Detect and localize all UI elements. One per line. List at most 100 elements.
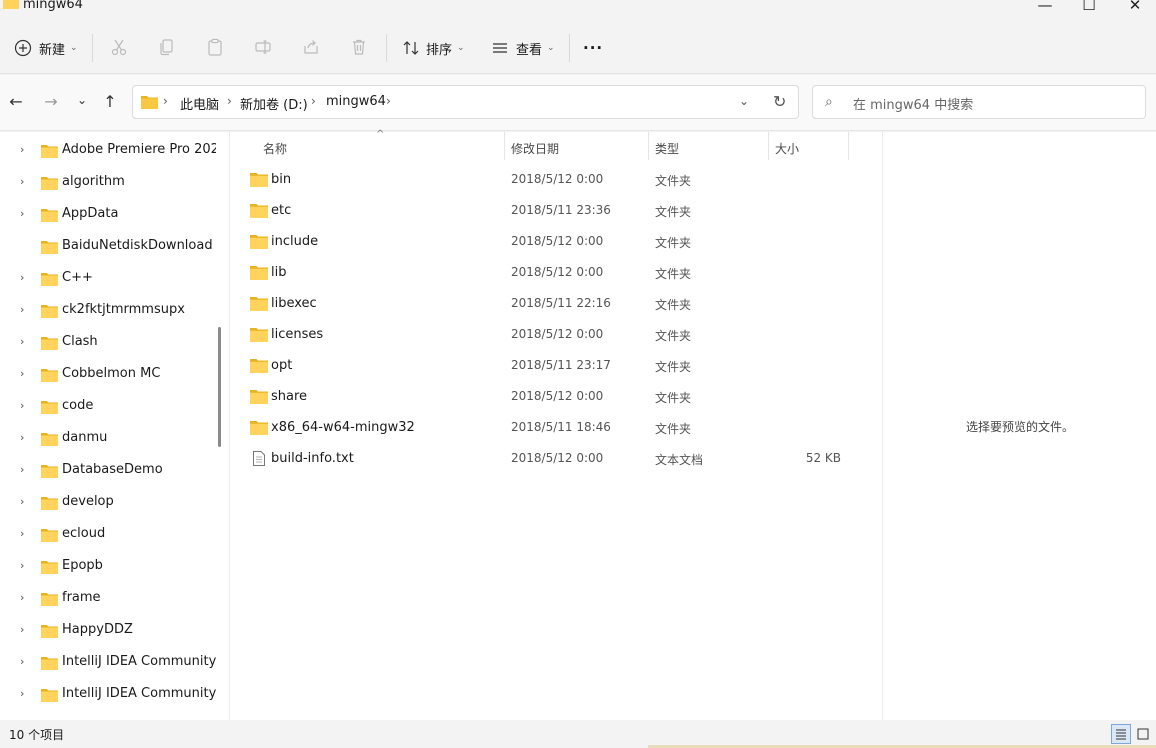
details-view-icon <box>1116 729 1126 740</box>
nav-item-label: Clash <box>62 334 98 349</box>
chevron-right-icon[interactable]: › <box>20 335 24 348</box>
chevron-right-icon[interactable]: › <box>20 591 24 604</box>
back-button[interactable]: ← <box>5 92 27 111</box>
chevron-right-icon[interactable]: › <box>20 303 24 316</box>
table-row[interactable]: libexec 2018/5/11 22:16 文件夹 <box>240 289 850 320</box>
more-options-button[interactable]: ··· <box>583 34 603 62</box>
copy-icon[interactable] <box>158 38 176 56</box>
chevron-right-icon[interactable]: › <box>20 655 24 668</box>
chevron-right-icon[interactable]: › <box>20 399 24 412</box>
status-bar: 10 个项目 <box>0 720 1156 748</box>
nav-item[interactable]: › IntelliJ IDEA Community Edition <box>0 681 216 709</box>
paste-icon[interactable] <box>206 38 224 56</box>
nav-item[interactable]: › AppData <box>0 201 216 229</box>
address-history-dropdown[interactable]: ⌄ <box>739 94 749 108</box>
nav-item[interactable]: › IntelliJ IDEA Community Edition <box>0 649 216 677</box>
table-row[interactable]: etc 2018/5/11 23:36 文件夹 <box>240 196 850 227</box>
chevron-right-icon[interactable]: › <box>20 463 24 476</box>
nav-item[interactable]: › danmu <box>0 425 216 453</box>
navigation-pane[interactable]: › Adobe Premiere Pro 2021 › algorithm › AppDa… <box>0 132 216 720</box>
breadcrumb-separator: › <box>386 94 391 108</box>
chevron-right-icon[interactable]: › <box>20 623 24 636</box>
nav-item[interactable]: › develop <box>0 489 216 517</box>
cut-icon[interactable] <box>110 38 128 56</box>
file-modified: 2018/5/11 23:17 <box>511 358 611 372</box>
tiles-view-button[interactable] <box>1133 724 1153 744</box>
navigation-scrollbar[interactable] <box>218 327 221 447</box>
chevron-right-icon[interactable]: › <box>20 207 24 220</box>
share-icon[interactable] <box>302 38 320 56</box>
table-row[interactable]: x86_64-w64-mingw32 2018/5/11 18:46 文件夹 <box>240 413 850 444</box>
nav-item-label: develop <box>62 494 114 509</box>
nav-item[interactable]: › Cobbelmon MC <box>0 361 216 389</box>
recent-locations-button[interactable]: ⌄ <box>71 93 93 107</box>
nav-item[interactable]: › DatabaseDemo <box>0 457 216 485</box>
chevron-right-icon[interactable]: › <box>20 495 24 508</box>
nav-item[interactable]: › C++ <box>0 265 216 293</box>
file-modified: 2018/5/12 0:00 <box>511 172 604 186</box>
folder-icon <box>41 273 58 286</box>
minimize-button[interactable]: — <box>1022 0 1068 18</box>
up-button[interactable]: ↑ <box>99 92 121 111</box>
table-row[interactable]: build-info.txt 2018/5/12 0:00 文本文档 52 KB <box>240 444 850 475</box>
new-button[interactable]: 新建 ⌄ <box>14 34 78 62</box>
column-header-modified[interactable]: 修改日期 <box>511 140 559 157</box>
table-row[interactable]: include 2018/5/12 0:00 文件夹 <box>240 227 850 258</box>
folder-icon <box>41 337 58 350</box>
file-list[interactable]: ^ 名称 修改日期 类型 大小 bin 2018/5/12 0:00 文件夹 etc 2… <box>230 129 882 720</box>
nav-item[interactable]: › Epopb <box>0 553 216 581</box>
toolbar-divider <box>569 34 570 62</box>
breadcrumb-drive-d[interactable]: 新加卷 (D:) <box>240 94 308 113</box>
nav-item[interactable]: › frame <box>0 585 216 613</box>
nav-item[interactable]: › Clash <box>0 329 216 357</box>
nav-item[interactable]: › Adobe Premiere Pro 2021 <box>0 137 216 165</box>
nav-item[interactable]: › ecloud <box>0 521 216 549</box>
chevron-right-icon[interactable]: › <box>20 559 24 572</box>
file-type: 文件夹 <box>655 298 692 312</box>
breadcrumb-separator: › <box>163 94 168 108</box>
nav-item[interactable]: › algorithm <box>0 169 216 197</box>
table-row[interactable]: share 2018/5/12 0:00 文件夹 <box>240 382 850 413</box>
minimize-icon: — <box>1037 0 1053 14</box>
chevron-right-icon[interactable]: › <box>20 527 24 540</box>
search-input[interactable]: 在 mingw64 中搜索 <box>853 94 973 113</box>
table-row[interactable]: bin 2018/5/12 0:00 文件夹 <box>240 165 850 196</box>
table-row[interactable]: lib 2018/5/12 0:00 文件夹 <box>240 258 850 289</box>
breadcrumb-mingw64[interactable]: mingw64 <box>326 94 386 109</box>
search-box[interactable]: ⌕ 在 mingw64 中搜索 <box>812 85 1146 119</box>
view-button[interactable]: 查看 ⌄ <box>491 34 555 62</box>
column-divider[interactable] <box>848 132 849 160</box>
nav-item-label: Cobbelmon MC <box>62 366 161 381</box>
column-divider[interactable] <box>504 132 505 160</box>
folder-icon <box>41 401 58 414</box>
chevron-right-icon[interactable]: › <box>20 271 24 284</box>
nav-item[interactable]: BaiduNetdiskDownload <box>0 233 216 261</box>
chevron-right-icon[interactable]: › <box>20 175 24 188</box>
table-row[interactable]: licenses 2018/5/12 0:00 文件夹 <box>240 320 850 351</box>
folder-icon <box>41 145 58 158</box>
forward-button[interactable]: → <box>40 92 62 111</box>
rename-icon[interactable] <box>254 38 272 56</box>
nav-item[interactable]: › code <box>0 393 216 421</box>
chevron-right-icon[interactable]: › <box>20 687 24 700</box>
delete-icon[interactable] <box>350 38 368 56</box>
chevron-right-icon[interactable]: › <box>20 431 24 444</box>
column-header-size[interactable]: 大小 <box>775 140 799 157</box>
chevron-right-icon[interactable]: › <box>20 143 24 156</box>
maximize-button[interactable]: ☐ <box>1066 0 1112 18</box>
details-view-button[interactable] <box>1111 724 1131 744</box>
nav-item[interactable]: › HappyDDZ <box>0 617 216 645</box>
sort-button[interactable]: 排序 ⌄ <box>402 34 465 62</box>
column-header-type[interactable]: 类型 <box>655 140 679 157</box>
refresh-icon[interactable]: ↻ <box>773 92 786 111</box>
column-header-name[interactable]: 名称 <box>263 140 287 157</box>
close-button[interactable]: ✕ <box>1112 0 1156 18</box>
table-row[interactable]: opt 2018/5/11 23:17 文件夹 <box>240 351 850 382</box>
address-bar[interactable]: › 此电脑 › 新加卷 (D:) › mingw64 › ⌄ ↻ <box>132 85 799 119</box>
column-divider[interactable] <box>768 132 769 160</box>
column-divider[interactable] <box>648 132 649 160</box>
chevron-right-icon[interactable]: › <box>20 367 24 380</box>
breadcrumb-this-pc[interactable]: 此电脑 <box>180 94 219 113</box>
nav-item[interactable]: › ck2fktjtmrmmsupx <box>0 297 216 325</box>
toolbar-divider <box>92 34 93 62</box>
